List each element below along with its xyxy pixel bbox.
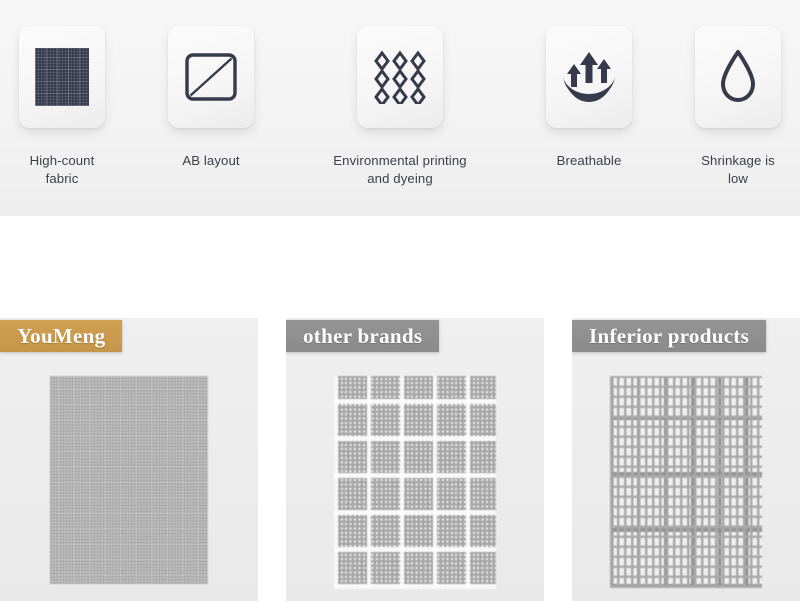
compare-panel-other-brands[interactable]: other brands [286,318,544,601]
comparison-section: YouMeng other brands Inferior products [0,318,800,613]
compare-panel-inferior-products[interactable]: Inferior products [572,318,800,601]
diamond-grid-icon [374,50,426,104]
feature-card[interactable] [19,26,105,128]
feature-item-shrinkage-is-low[interactable]: Shrinkage is low [694,26,782,188]
medium-plaid-weave-swatch [334,376,496,589]
sparse-open-weave-swatch [610,376,762,588]
feature-item-breathable[interactable]: Breathable [545,26,633,170]
features-section: High-count fabric AB layout Environmenta… [0,0,800,216]
panel-badge: Inferior products [572,320,767,352]
feature-label: Breathable [556,153,622,168]
feature-card[interactable] [546,26,632,128]
panel-badge: other brands [286,320,440,352]
ab-layout-icon [185,53,237,101]
feature-item-high-count-fabric[interactable]: High-count fabric [18,26,106,188]
panel-badge: YouMeng [0,320,123,352]
feature-label: Shrinkage is low [701,153,775,186]
feature-label: Environmental printing and dyeing [333,153,467,186]
feature-card[interactable] [357,26,443,128]
feature-card[interactable] [695,26,781,128]
dense-fine-weave-swatch [50,376,208,584]
feature-label: AB layout [182,153,240,168]
breathable-arrows-icon [563,52,615,102]
features-row: High-count fabric AB layout Environmenta… [0,26,800,188]
feature-label: High-count fabric [29,153,95,186]
feature-item-environmental-printing[interactable]: Environmental printing and dyeing [316,26,484,188]
compare-panel-youmeng[interactable]: YouMeng [0,318,258,601]
water-drop-icon [721,50,755,102]
feature-item-ab-layout[interactable]: AB layout [167,26,255,170]
feature-card[interactable] [168,26,254,128]
fabric-swatch-icon [30,48,94,106]
